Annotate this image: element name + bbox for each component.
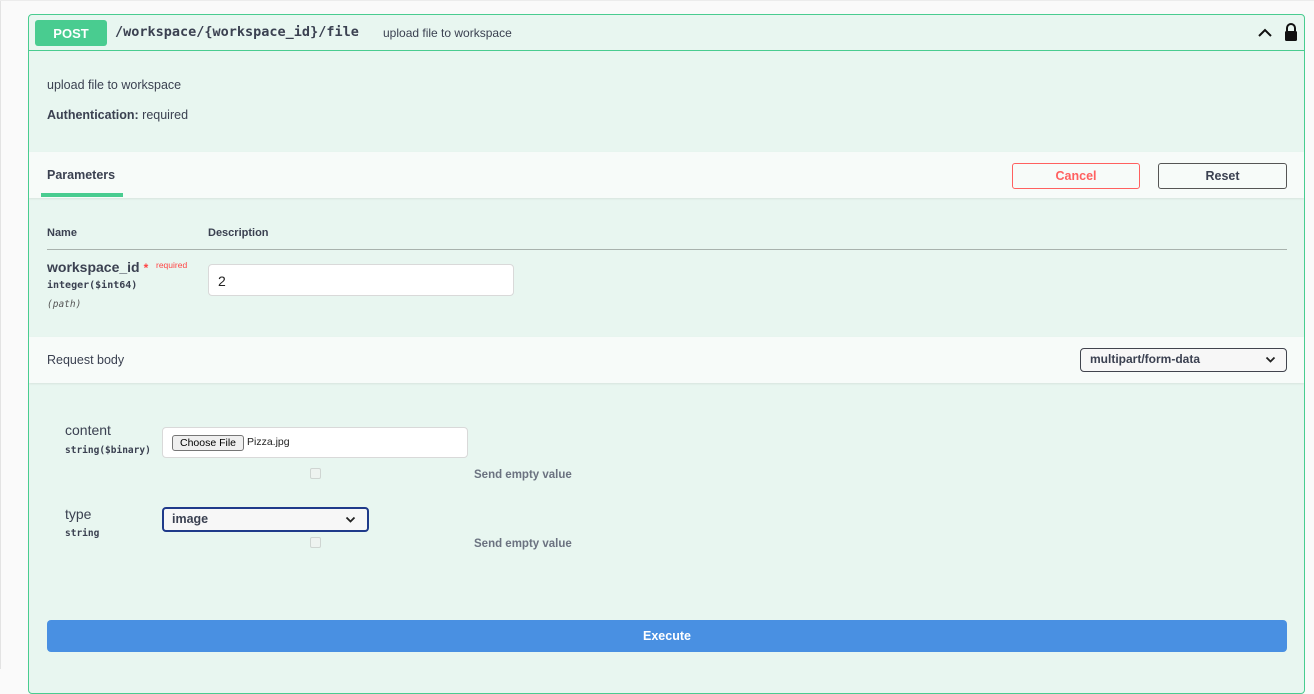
operation-description: upload file to workspace (47, 78, 182, 92)
operation-block: POST /workspace/{workspace_id}/file uplo… (28, 14, 1305, 694)
content-type-select[interactable]: multipart/form-data (1080, 348, 1287, 372)
param-name: workspace_id * (47, 259, 148, 275)
type-select-value: image (172, 512, 209, 526)
column-header-name: Name (47, 227, 77, 239)
choose-file-button[interactable]: Choose File (172, 435, 244, 451)
table-header-divider (47, 249, 1287, 250)
workspace-id-input[interactable]: 2 (208, 264, 514, 296)
param-type: integer($int64) (47, 280, 138, 291)
parameters-header: Parameters Cancel Reset (29, 152, 1304, 198)
method-badge: POST (35, 20, 107, 46)
param-name-text: workspace_id (47, 259, 140, 275)
authentication-label: Authentication: (47, 108, 139, 122)
send-empty-label-type: Send empty value (474, 538, 572, 550)
send-empty-checkbox-content[interactable] (310, 468, 321, 479)
type-select[interactable]: image (162, 507, 369, 532)
request-body-header: Request body multipart/form-data (29, 337, 1304, 383)
field-type-content: string($binary) (65, 445, 151, 456)
collapse-chevron-up-icon[interactable] (1256, 24, 1274, 42)
endpoint-path: /workspace/{workspace_id}/file (115, 24, 359, 40)
send-empty-label-content: Send empty value (474, 469, 572, 481)
required-label: required (156, 260, 188, 270)
authentication-value: required (142, 108, 189, 122)
selected-file-name: Pizza.jpg (247, 436, 290, 448)
page-top-border (0, 0, 1314, 1)
request-body-label: Request body (47, 353, 125, 367)
field-label-content: content (65, 422, 111, 438)
operation-summary: upload file to workspace (383, 26, 512, 40)
field-type-type: string (65, 528, 100, 539)
tab-parameters[interactable]: Parameters (47, 168, 115, 182)
tab-active-indicator (41, 193, 123, 197)
required-star: * (143, 261, 149, 275)
column-header-description: Description (208, 227, 269, 239)
reset-button[interactable]: Reset (1158, 163, 1287, 189)
field-label-type: type (65, 506, 92, 522)
file-input[interactable]: Choose File Pizza.jpg (162, 427, 468, 458)
operation-summary-bar[interactable]: POST /workspace/{workspace_id}/file uplo… (29, 15, 1304, 51)
authentication-info: Authentication: required (47, 108, 188, 122)
execute-button[interactable]: Execute (47, 620, 1287, 652)
page-left-border (0, 0, 1, 669)
cancel-button[interactable]: Cancel (1012, 163, 1140, 189)
param-location: (path) (47, 299, 82, 310)
lock-icon[interactable] (1283, 22, 1299, 42)
chevron-down-icon (345, 516, 356, 523)
send-empty-checkbox-type[interactable] (310, 537, 321, 548)
content-type-value: multipart/form-data (1090, 352, 1201, 366)
chevron-down-icon (1265, 356, 1276, 363)
